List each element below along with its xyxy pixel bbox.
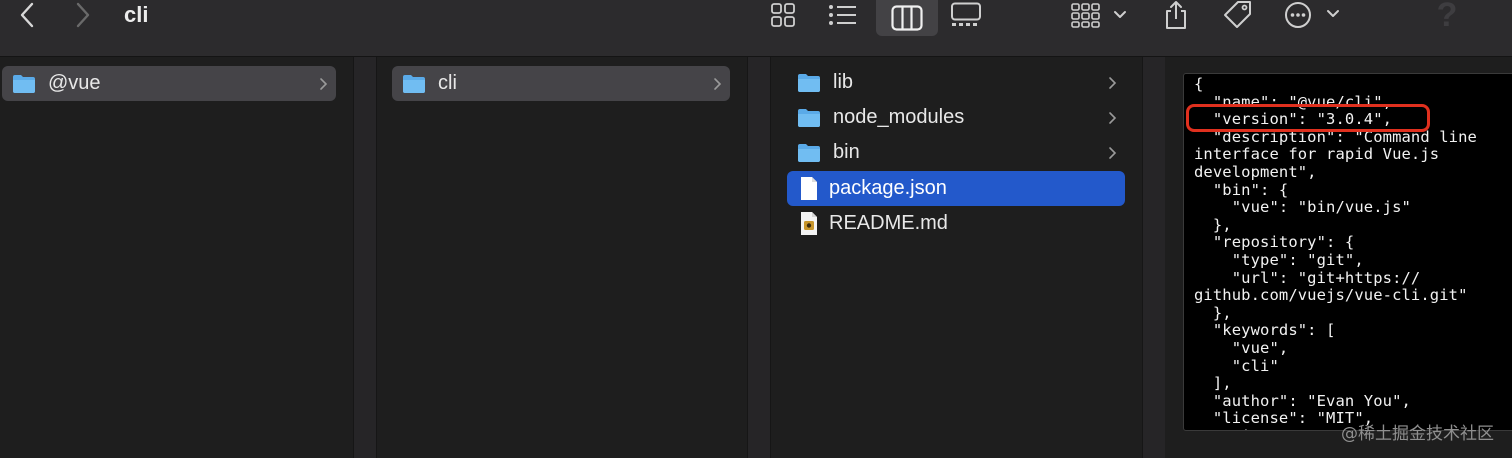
chevron-right-icon (1108, 135, 1117, 170)
group-by-button[interactable] (1070, 0, 1132, 30)
item-label: node_modules (833, 106, 965, 128)
folder-icon (798, 108, 820, 127)
chevron-right-icon (713, 66, 722, 101)
folder-icon (403, 74, 425, 93)
chevron-left-icon (20, 2, 34, 28)
list-icon (829, 5, 856, 25)
help-button[interactable]: ? (1430, 0, 1464, 32)
column-view-button[interactable] (876, 0, 938, 36)
preview-line: ], (1212, 374, 1232, 393)
ellipsis-circle-icon (1285, 2, 1339, 28)
preview-line: "keywords": [ (1212, 321, 1336, 340)
column-3: lib node_modules bin package.json README… (771, 57, 1142, 458)
column-divider[interactable] (353, 57, 377, 458)
list-item[interactable]: @vue (2, 66, 336, 101)
watermark: @稀土掘金技术社区 (1341, 424, 1494, 444)
gallery-icon (951, 2, 981, 26)
preview-line: "repository": { (1212, 233, 1355, 252)
share-icon (1166, 1, 1186, 29)
preview-line: { (1194, 75, 1204, 93)
preview-line: interface for rapid Vue.js (1194, 145, 1440, 164)
folder-icon (798, 143, 820, 162)
forward-button[interactable] (66, 0, 100, 30)
finder-window: cli ? @vue cli lib node_modules bin pack… (0, 0, 1512, 458)
item-label: lib (833, 71, 854, 93)
column-1: @vue (0, 57, 353, 458)
group-grid-icon (1071, 3, 1126, 28)
gallery-view-button[interactable] (948, 0, 984, 30)
chevron-right-icon (76, 2, 90, 28)
annotation-highlight (1186, 104, 1430, 132)
tag-button[interactable] (1218, 0, 1258, 30)
tag-icon (1224, 1, 1251, 28)
list-item[interactable]: cli (392, 66, 730, 101)
preview-line: "vue", (1231, 338, 1289, 357)
list-item[interactable]: README.md (787, 206, 1125, 241)
column-divider[interactable] (747, 57, 771, 458)
column-2: cli (377, 57, 747, 458)
list-view-button[interactable] (826, 0, 860, 30)
columns-icon (891, 5, 923, 31)
chevron-right-icon (1108, 100, 1117, 135)
item-label: README.md (829, 212, 948, 234)
preview-line: development", (1194, 162, 1317, 181)
chevron-right-icon (319, 66, 328, 101)
column-divider[interactable] (1142, 57, 1166, 458)
preview-line: "cli" (1231, 356, 1279, 375)
preview-line: "main": "..." (1194, 427, 1336, 430)
item-label: cli (438, 72, 457, 94)
more-actions-button[interactable] (1284, 0, 1344, 30)
item-label: bin (833, 141, 860, 163)
preview-line: }, (1212, 215, 1232, 234)
folder-icon (13, 74, 35, 93)
toolbar: cli ? (0, 0, 1512, 57)
item-label: @vue (48, 72, 101, 94)
list-item[interactable]: lib (787, 65, 1125, 100)
preview-line: "author": "Evan You", (1212, 391, 1411, 410)
preview-line: "type": "git", (1231, 250, 1364, 269)
preview-line: "vue": "bin/vue.js" (1231, 198, 1411, 217)
list-item[interactable]: bin (787, 135, 1125, 170)
window-title: cli (124, 2, 149, 27)
document-icon (801, 177, 817, 200)
list-item[interactable]: node_modules (787, 100, 1125, 135)
back-button[interactable] (10, 0, 44, 30)
icon-view-button[interactable] (768, 0, 798, 30)
chevron-right-icon (1108, 65, 1117, 100)
folder-icon (798, 73, 820, 92)
grid-icon (771, 3, 795, 27)
list-item[interactable]: package.json (787, 171, 1125, 206)
share-button[interactable] (1160, 0, 1192, 30)
preview-line: }, (1212, 303, 1232, 322)
preview-line: "bin": { (1212, 180, 1289, 199)
preview-line: github.com/vuejs/vue-cli.git" (1194, 286, 1468, 305)
preview-line: "url": "git+https:// (1231, 268, 1421, 287)
markdown-file-icon (801, 212, 817, 235)
item-label: package.json (829, 177, 947, 199)
